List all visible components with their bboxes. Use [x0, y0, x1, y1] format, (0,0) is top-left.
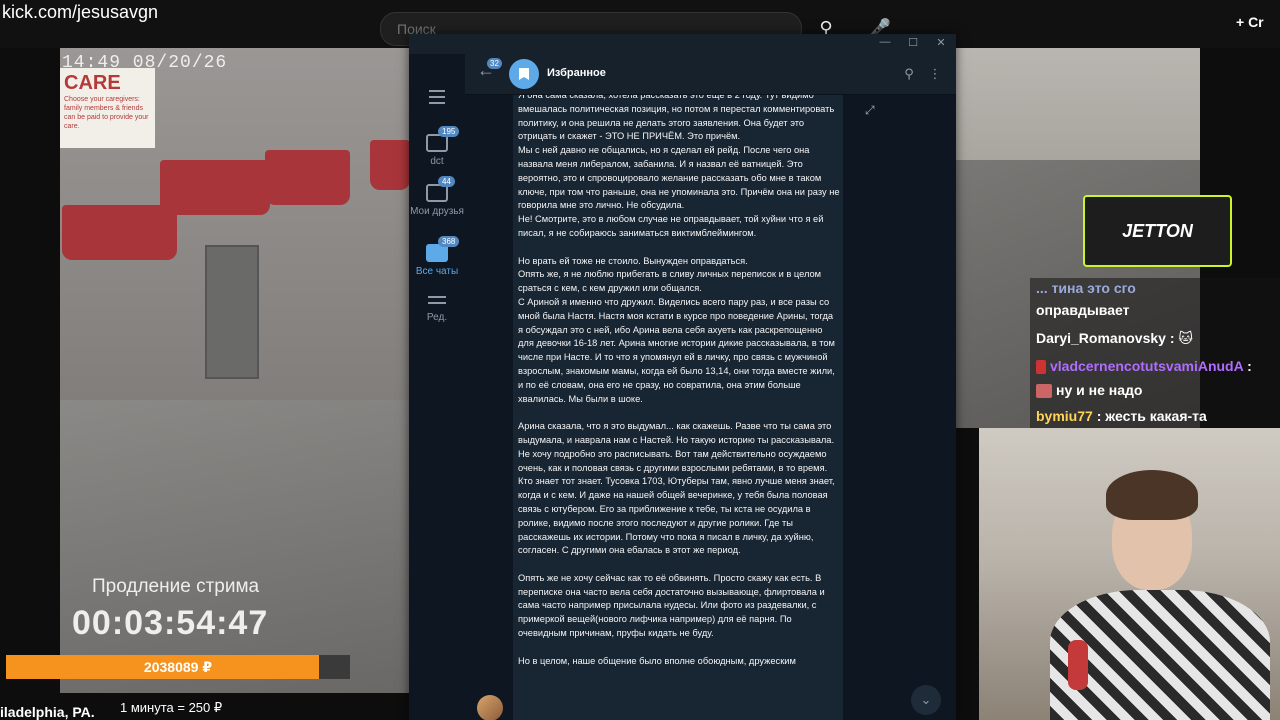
- jetton-sponsor-logo: JETTON: [1083, 195, 1232, 267]
- chat-bubble-icon: 368: [426, 236, 460, 262]
- extension-label: Продление стрима: [92, 576, 260, 597]
- awning: [62, 205, 177, 260]
- extension-timer: 00:03:54:47: [72, 604, 269, 642]
- window-titlebar: — ☐ ✕: [409, 34, 956, 54]
- donation-progress: 2038089 ₽: [6, 655, 350, 679]
- menu-icon[interactable]: [429, 90, 445, 108]
- scroll-down-button[interactable]: ⌄: [911, 685, 941, 715]
- unread-badge: 195: [438, 126, 460, 137]
- chat-title: Избранное: [547, 67, 606, 79]
- chat-text: :: [1247, 358, 1252, 374]
- create-button[interactable]: + Cr: [1236, 14, 1264, 30]
- bookmark-icon: [519, 68, 529, 80]
- sidewalk: [60, 400, 410, 693]
- chat-message: vladcernencotutsvamiAnudA :: [1036, 358, 1252, 375]
- care-sign: CARE Choose your caregivers: family memb…: [60, 68, 155, 148]
- chat-body: Я она сама сказала, хотела рассказать эт…: [465, 95, 956, 720]
- telegram-window: — ☐ ✕ 195 dct 44 Мои друзья 368 Все чаты…: [409, 34, 956, 720]
- folder-label: Все чаты: [415, 266, 459, 277]
- back-unread-badge: 32: [487, 58, 502, 69]
- chat-message: bymiu77 : жесть какая-та: [1036, 408, 1207, 424]
- awning: [370, 140, 410, 190]
- chat-user: bymiu77: [1036, 408, 1093, 424]
- folder-icon: 195: [426, 126, 460, 152]
- chat-header: ← 32 Избранное ⚲ ⋮: [465, 54, 956, 95]
- chat-text: ну и не надо: [1056, 382, 1143, 398]
- cat-emote-icon: 🐱: [1178, 330, 1194, 346]
- unread-badge: 44: [438, 176, 455, 187]
- folder-sidebar: 195 dct 44 Мои друзья 368 Все чаты Ред.: [409, 54, 465, 720]
- collapse-icon[interactable]: ⤢: [865, 103, 875, 118]
- microphone: [1068, 640, 1088, 690]
- folder-all-chats[interactable]: 368 Все чаты: [409, 236, 465, 277]
- chat-text: оправдывает: [1036, 302, 1130, 318]
- progress-label: 2038089 ₽: [143, 659, 213, 675]
- folder-icon: 44: [426, 176, 455, 202]
- sliders-icon: [428, 296, 446, 308]
- sender-avatar[interactable]: [477, 695, 503, 720]
- folder-friends[interactable]: 44 Мои друзья: [409, 176, 465, 217]
- chat-text: тина это сго: [1051, 280, 1136, 296]
- chat-message: ну и не надо: [1036, 382, 1143, 399]
- rate-label: 1 минута = 250 ₽: [120, 700, 223, 715]
- chat-message: ... тина это сго: [1036, 280, 1136, 296]
- sponsor-name: JETTON: [1122, 220, 1193, 241]
- awning: [160, 160, 270, 215]
- folder-dct[interactable]: 195 dct: [409, 126, 465, 167]
- chat-user: ...: [1036, 280, 1048, 296]
- minimize-button[interactable]: —: [873, 36, 897, 52]
- search-icon[interactable]: ⚲: [901, 66, 917, 82]
- more-options-icon[interactable]: ⋮: [927, 66, 943, 82]
- folder-edit[interactable]: Ред.: [409, 294, 465, 323]
- streamer-hair: [1106, 470, 1198, 520]
- chat-message: оправдывает: [1036, 302, 1129, 318]
- shutter-door: [205, 245, 259, 379]
- close-button[interactable]: ✕: [929, 36, 953, 52]
- chat-message: Daryi_Romanovsky : 🐱: [1036, 330, 1193, 347]
- folder-label: Мои друзья: [410, 206, 464, 217]
- folder-label: Ред.: [426, 312, 448, 323]
- message-text: Я она сама сказала, хотела рассказать эт…: [518, 95, 840, 666]
- badge-icon: [1036, 360, 1046, 375]
- location-label: iladelphia, PA.: [0, 704, 95, 720]
- chat-text: :: [1169, 330, 1175, 346]
- maximize-button[interactable]: ☐: [901, 36, 925, 52]
- camera-timestamp: 14:49 08/20/26: [62, 53, 228, 73]
- chat-user: Daryi_Romanovsky: [1036, 330, 1166, 346]
- unread-badge: 368: [438, 236, 460, 247]
- emote-icon: [1036, 384, 1052, 399]
- saved-messages-avatar: [509, 59, 539, 89]
- chat-text: : жесть какая-та: [1096, 408, 1207, 424]
- folder-label: dct: [430, 156, 444, 167]
- chat-user: vladcernencotutsvamiAnudA: [1050, 358, 1244, 374]
- page-url: kick.com/jesusavgn: [2, 2, 159, 22]
- stream-chat: ... тина это сго оправдывает Daryi_Roman…: [1030, 278, 1280, 428]
- awning: [265, 150, 350, 205]
